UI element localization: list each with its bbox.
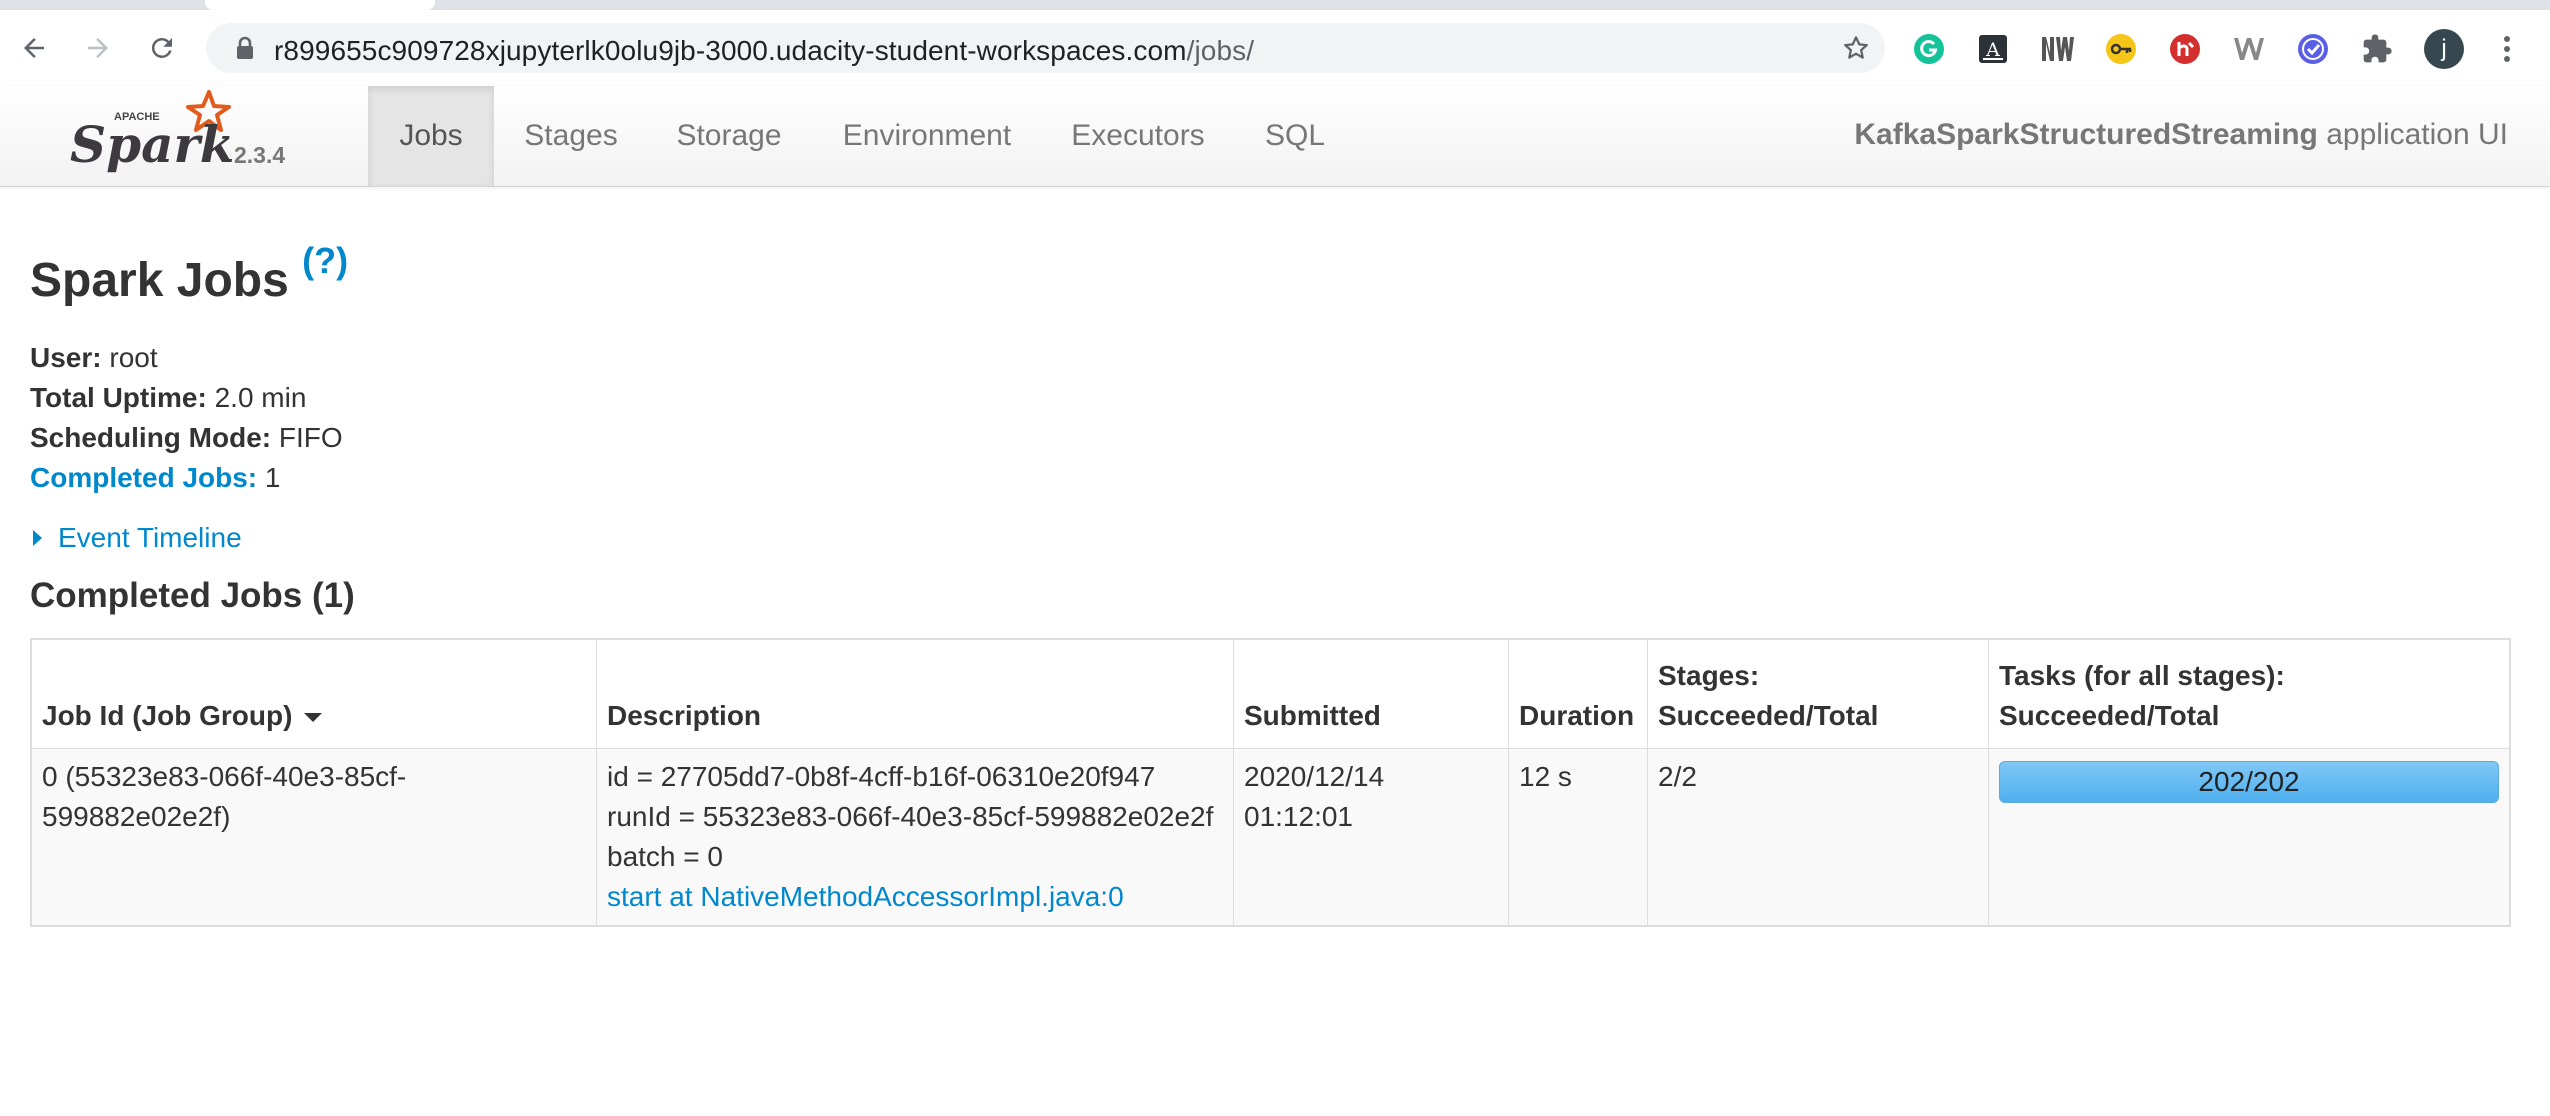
completed-jobs-link[interactable]: Completed Jobs: (30, 462, 257, 493)
ext-check-icon[interactable] (2296, 32, 2330, 66)
completed-jobs-table: Job Id (Job Group) Description Submitted… (30, 638, 2511, 927)
tab-jobs[interactable]: Jobs (368, 86, 494, 186)
reload-icon[interactable] (140, 26, 184, 70)
job-summary: User: root Total Uptime: 2.0 min Schedul… (30, 338, 343, 498)
cell-job-id: 0 (55323e83-066f-40e3-85cf- 599882e02e2f) (30, 748, 597, 927)
ext-a-icon[interactable]: A (1976, 32, 2010, 66)
spark-logo[interactable]: APACHE Spark 2.3.4 (66, 86, 296, 186)
more-icon[interactable] (2490, 32, 2524, 66)
completed-jobs-heading[interactable]: Completed Jobs (1) (30, 576, 355, 616)
lock-icon[interactable] (234, 36, 256, 65)
svg-text:A: A (1985, 39, 2000, 61)
forward-icon[interactable] (76, 26, 120, 70)
job-description-link[interactable]: start at NativeMethodAccessorImpl.java:0 (607, 877, 1223, 917)
cell-submitted: 2020/12/14 01:12:01 (1233, 748, 1509, 927)
logo-spark-text: Spark (70, 115, 234, 174)
header-stages[interactable]: Stages: Succeeded/Total (1647, 638, 1989, 749)
sort-desc-icon[interactable] (304, 713, 323, 723)
active-browser-tab[interactable] (205, 0, 435, 10)
grammarly-icon[interactable] (1912, 32, 1946, 66)
table-header-row: Job Id (Job Group) Description Submitted… (30, 638, 2511, 749)
header-job-id[interactable]: Job Id (Job Group) (30, 638, 597, 749)
tab-sql[interactable]: SQL (1232, 86, 1358, 186)
event-timeline-toggle[interactable]: Event Timeline (30, 522, 242, 554)
address-bar[interactable]: r899655c909728xjupyterlk0olu9jb-3000.uda… (206, 23, 1885, 73)
tasks-progress-text: 202/202 (2198, 766, 2300, 797)
puzzle-icon[interactable] (2360, 32, 2394, 66)
cell-duration: 12 s (1508, 748, 1648, 927)
header-tasks[interactable]: Tasks (for all stages): Succeeded/Total (1988, 638, 2511, 749)
back-icon[interactable] (12, 26, 56, 70)
header-duration[interactable]: Duration (1508, 638, 1648, 749)
cell-description: id = 27705dd7-0b8f-4cff-b16f-06310e20f94… (596, 748, 1234, 927)
table-row: 0 (55323e83-066f-40e3-85cf- 599882e02e2f)… (30, 748, 2511, 927)
summary-user: User: root (30, 342, 158, 373)
spark-version: 2.3.4 (234, 142, 286, 168)
tasks-progress-bar: 202/202 (1999, 761, 2499, 803)
summary-uptime: Total Uptime: 2.0 min (30, 382, 307, 413)
header-submitted[interactable]: Submitted (1233, 638, 1509, 749)
tab-stages[interactable]: Stages (494, 86, 648, 186)
ext-wn-icon[interactable] (2040, 32, 2074, 66)
help-link[interactable]: (?) (302, 240, 348, 281)
cell-stages: 2/2 (1647, 748, 1989, 927)
ext-w-icon[interactable] (2232, 32, 2266, 66)
ext-red-icon[interactable] (2168, 32, 2202, 66)
application-title: KafkaSparkStructuredStreaming applicatio… (1854, 118, 2508, 152)
browser-tabstrip (0, 0, 2550, 10)
page-title: Spark Jobs (?) (30, 240, 349, 307)
tab-environment[interactable]: Environment (810, 86, 1044, 186)
star-icon[interactable] (1841, 33, 1871, 68)
ext-key-icon[interactable] (2104, 32, 2138, 66)
cell-tasks: 202/202 (1988, 748, 2511, 927)
tab-storage[interactable]: Storage (648, 86, 810, 186)
app-title-suffix: application UI (2326, 118, 2508, 151)
app-name: KafkaSparkStructuredStreaming (1854, 118, 2318, 151)
browser-toolbar: r899655c909728xjupyterlk0olu9jb-3000.uda… (0, 10, 2550, 87)
summary-completed-jobs: Completed Jobs: 1 (30, 462, 281, 493)
profile-avatar[interactable]: j (2424, 29, 2464, 69)
spark-navbar: APACHE Spark 2.3.4 Jobs Stages Storage E… (0, 86, 2550, 187)
tab-executors[interactable]: Executors (1044, 86, 1232, 186)
expand-arrow-icon (33, 530, 42, 546)
header-description[interactable]: Description (596, 638, 1234, 749)
url-text: r899655c909728xjupyterlk0olu9jb-3000.uda… (274, 35, 1255, 66)
summary-scheduling-mode: Scheduling Mode: FIFO (30, 422, 343, 453)
